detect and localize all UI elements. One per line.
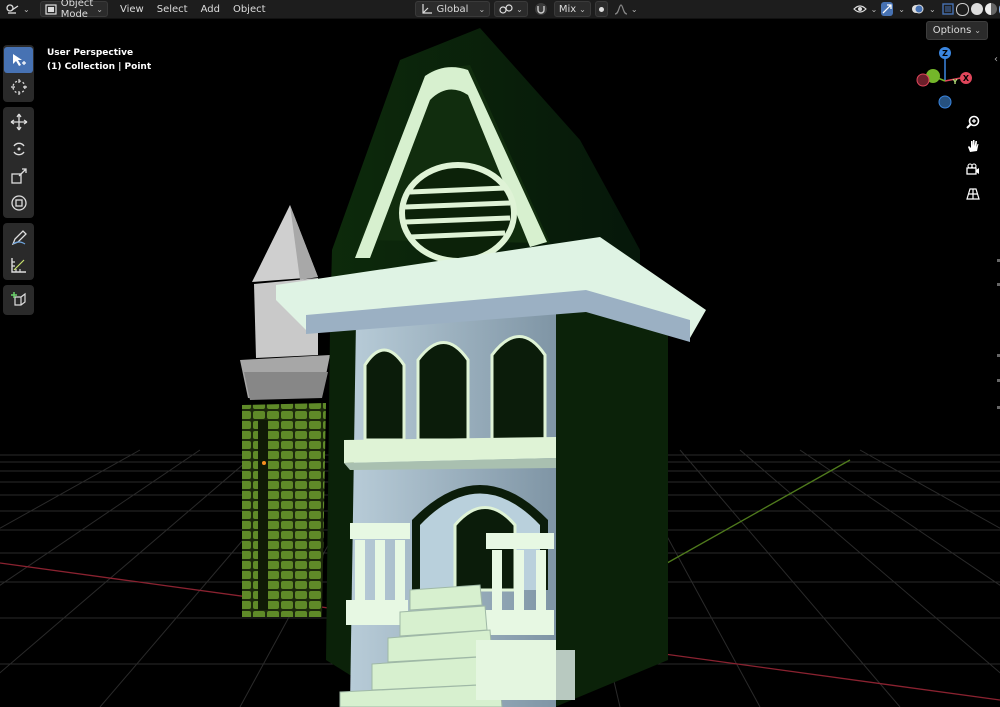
hand-pan-icon (968, 140, 979, 152)
scale-tool[interactable] (4, 163, 33, 189)
view-name: User Perspective (47, 48, 134, 58)
gizmo-icon (882, 4, 892, 14)
menu-select[interactable]: Select (153, 1, 192, 17)
camera-icon (966, 163, 979, 175)
move-tool[interactable] (4, 109, 33, 135)
visibility-dropdown[interactable]: ⌄ (849, 1, 882, 17)
transform-orientation-dropdown[interactable]: Global ⌄ (414, 1, 491, 17)
gizmo-y-label: Y (951, 78, 958, 86)
add-cube-tool[interactable] (4, 287, 33, 313)
chevron-down-icon: ⌄ (96, 4, 103, 14)
chevron-down-icon: ⌄ (579, 4, 586, 14)
select-cursor-icon (12, 54, 26, 66)
gizmo-toggle-button[interactable] (881, 2, 894, 16)
orientation-axes-icon (421, 4, 432, 14)
perspective-toggle-button[interactable] (962, 183, 984, 205)
toolbar-group-select (3, 45, 34, 102)
snap-label: Mix (558, 3, 577, 15)
gizmo-z-label: Z (942, 49, 948, 58)
wireframe-shading-icon[interactable] (955, 2, 969, 16)
xray-toggle[interactable] (941, 2, 954, 16)
tower (240, 205, 330, 617)
pan-button[interactable] (962, 135, 984, 157)
magnet-icon (534, 3, 547, 15)
scene-render (0, 28, 1000, 707)
snap-toggle[interactable] (530, 1, 552, 17)
chevron-down-icon: ⌄ (974, 26, 981, 35)
measure-tool[interactable] (4, 252, 33, 278)
snap-target-dropdown[interactable]: Mix ⌄ (553, 1, 591, 17)
move-arrows-icon (10, 113, 27, 131)
gizmo-x-label: X (963, 74, 970, 83)
add-cube-icon (10, 292, 26, 306)
transform-icon (10, 195, 27, 211)
navigation-gizmo[interactable]: Z X Y (912, 43, 982, 113)
shading-buttons: ⌄ (954, 1, 1000, 17)
proportional-editing-toggle[interactable] (594, 1, 608, 17)
chevron-down-icon: ⌄ (870, 4, 878, 14)
gizmo-dropdown[interactable]: ⌄ (893, 1, 907, 17)
rotate-tool[interactable] (4, 136, 33, 162)
toolbar-group-annotate (3, 223, 34, 280)
toolbar-group-transform (3, 107, 34, 218)
toolbar-group-add (3, 285, 34, 315)
chevron-down-icon: ⌄ (23, 4, 30, 14)
3d-viewport[interactable]: User Perspective (1) Collection | Point … (0, 19, 1000, 707)
object-mode-icon (45, 3, 57, 15)
solid-shading-icon[interactable] (970, 3, 983, 15)
chevron-down-icon: ⌄ (516, 4, 523, 14)
editor-type-icon (6, 4, 19, 14)
house-body (276, 237, 706, 707)
orientation-label: Global (436, 3, 469, 15)
xray-icon (941, 3, 954, 15)
select-box-tool[interactable] (4, 47, 33, 73)
overlays-button[interactable] (911, 2, 924, 16)
eye-visibility-icon (852, 5, 867, 13)
overlays-icon (911, 4, 924, 13)
options-label: Options (932, 25, 972, 36)
viewport-info: User Perspective (1) Collection | Point (47, 46, 151, 74)
options-dropdown[interactable]: Options ⌄ (925, 21, 988, 40)
collapse-sidebar-icon[interactable]: ‹ (994, 54, 998, 65)
camera-view-button[interactable] (962, 159, 984, 181)
falloff-curve-icon (614, 3, 628, 15)
gizmo-neg-z-axis (938, 95, 952, 109)
chevron-down-icon: ⌄ (478, 4, 486, 14)
chevron-down-icon: ⌄ (928, 4, 936, 14)
dot-icon (598, 6, 604, 12)
material-shading-icon[interactable] (984, 3, 997, 15)
viewport-header: ⌄ Object Mode ⌄ View Select Add Object G… (0, 0, 1000, 20)
annotate-tool[interactable] (4, 225, 33, 251)
3d-cursor-icon (10, 79, 27, 95)
mode-dropdown[interactable]: Object Mode ⌄ (39, 0, 108, 20)
chevron-down-icon: ⌄ (898, 4, 905, 14)
pencil-icon (11, 230, 27, 246)
scale-icon (10, 168, 27, 184)
cursor-tool[interactable] (4, 74, 33, 100)
rotate-icon (12, 142, 25, 156)
zoom-button[interactable] (962, 111, 984, 133)
menu-add[interactable]: Add (197, 1, 224, 17)
transform-tool[interactable] (4, 190, 33, 216)
menu-view[interactable]: View (116, 1, 148, 17)
link-icon (499, 3, 513, 14)
collection-info: (1) Collection | Point (47, 62, 152, 72)
falloff-dropdown[interactable]: ⌄ (610, 1, 642, 17)
menu-object[interactable]: Object (229, 1, 270, 17)
y-axis-line (659, 459, 851, 568)
toolbar (3, 45, 34, 320)
editor-type-button[interactable]: ⌄ (0, 1, 34, 17)
mode-label: Object Mode (60, 0, 94, 20)
zoom-icon (966, 115, 980, 129)
chevron-down-icon: ⌄ (630, 4, 638, 14)
overlays-dropdown[interactable]: ⌄ (924, 1, 938, 17)
gizmo-neg-x-axis (916, 73, 930, 87)
grid-perspective-icon (966, 188, 980, 200)
ruler-icon (10, 258, 26, 273)
pivot-dropdown[interactable]: ⌄ (494, 1, 528, 17)
